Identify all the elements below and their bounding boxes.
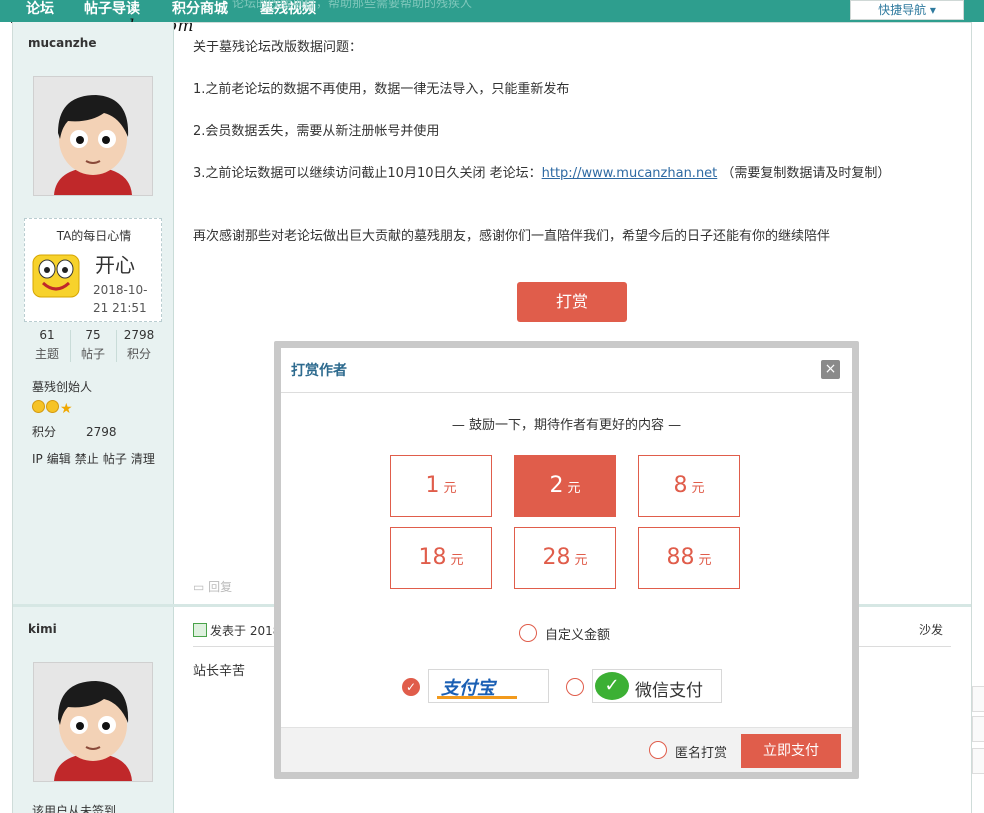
post-line-5: 再次感谢那些对老论坛做出巨大贡献的墓残朋友，感谢你们一直陪伴我们，希望今后的日子…: [193, 229, 831, 244]
amount-value: 88: [666, 545, 695, 570]
post-actions: ▭ 回复: [193, 578, 232, 595]
amount-option[interactable]: 1元: [390, 455, 492, 517]
post-line-1: 关于墓残论坛改版数据问题：: [193, 40, 363, 55]
post-line-3: 2.会员数据丢失，需要从新注册帐号并使用: [193, 124, 440, 139]
stat-posts-value: 75: [85, 328, 101, 342]
old-forum-link[interactable]: http://www.mucanzhan.net: [542, 166, 718, 181]
amount-unit: 元: [574, 553, 588, 568]
alipay-radio[interactable]: ✓: [402, 678, 420, 696]
sidebar-divider: [173, 22, 174, 813]
modal-subtitle: — 鼓励一下，期待作者有更好的内容 —: [451, 418, 682, 433]
medals: ★: [32, 400, 74, 417]
stat-points-label: 积分: [126, 347, 151, 361]
amount-value: 18: [418, 545, 447, 570]
star-icon: ★: [60, 401, 73, 417]
amount-value: 1: [425, 473, 440, 498]
stat-posts[interactable]: 75 帖子: [70, 326, 116, 364]
mood-title: TA的每日心情: [56, 229, 132, 243]
amount-unit: 元: [450, 553, 464, 568]
happy-face-icon: [31, 251, 81, 301]
quick-nav-button[interactable]: 快捷导航 ▾: [850, 0, 964, 20]
amount-unit: 元: [691, 481, 705, 496]
post-time: 发表于 2018-: [193, 622, 285, 639]
amount-unit: 元: [443, 481, 457, 496]
post-line-4-text: 3.之前论坛数据可以继续访问截止10月10日久关闭 老论坛：: [193, 166, 542, 181]
wechat-label: 微信支付: [635, 681, 703, 701]
daily-mood-box: TA的每日心情 开心 2018-10- 21 21:51: [24, 218, 162, 322]
mood-text: 开心: [95, 253, 135, 277]
amount-option[interactable]: 28 元: [514, 527, 616, 589]
modal-title: 打赏作者: [291, 363, 347, 379]
stat-threads[interactable]: 61 主题: [24, 326, 70, 364]
smiley-medal-icon: [46, 400, 59, 413]
reward-modal: 打赏作者 × — 鼓励一下，期待作者有更好的内容 — 1元 2元 8元 18 元 …: [281, 348, 852, 772]
alipay-logo[interactable]: 支付宝: [428, 669, 549, 703]
online-status-icon: [193, 623, 207, 637]
reply-avatar[interactable]: [33, 662, 153, 782]
reward-button[interactable]: 打赏: [517, 282, 627, 322]
sign-status: 该用户从未签到: [32, 804, 117, 813]
admin-link-edit[interactable]: 编辑: [47, 452, 71, 466]
amount-option[interactable]: 18 元: [390, 527, 492, 589]
author-name[interactable]: mucanzhe: [28, 36, 96, 50]
anonymous-radio[interactable]: [649, 741, 667, 759]
modal-header-divider: [281, 392, 852, 393]
nav-marquee: 论坛的改版项目，帮助那些需要帮助的残疾人: [232, 0, 473, 10]
points-value: 2798: [86, 425, 117, 439]
stat-points[interactable]: 2798 积分: [116, 326, 162, 364]
stat-points-value: 2798: [123, 328, 155, 342]
admin-link-ip[interactable]: IP: [32, 452, 43, 466]
avatar[interactable]: [33, 76, 153, 196]
wechat-check-icon: ✓: [595, 672, 629, 700]
stat-threads-label: 主题: [34, 347, 59, 361]
smiley-medal-icon: [32, 400, 45, 413]
stat-threads-value: 61: [39, 328, 55, 342]
amount-unit: 元: [567, 481, 581, 496]
wechat-radio[interactable]: [566, 678, 584, 696]
reply-link[interactable]: 回复: [208, 580, 232, 594]
side-tool-button[interactable]: [972, 686, 984, 712]
stat-posts-label: 帖子: [80, 347, 105, 361]
admin-link-ban[interactable]: 禁止: [75, 452, 99, 466]
mood-date: 2018-10- 21 21:51: [93, 281, 157, 317]
floor-label[interactable]: 沙发: [919, 621, 943, 638]
amount-option[interactable]: 88 元: [638, 527, 740, 589]
modal-footer: 匿名打赏 立即支付: [281, 727, 852, 772]
close-icon[interactable]: ×: [821, 360, 840, 379]
points-row: 积分 2798: [32, 423, 147, 440]
amount-value: 2: [549, 473, 564, 498]
points-label: 积分: [32, 425, 57, 439]
pay-now-button[interactable]: 立即支付: [741, 734, 841, 768]
reply-author-name[interactable]: kimi: [28, 622, 57, 636]
avatar-cartoon-icon: [34, 663, 152, 781]
amount-value: 28: [542, 545, 571, 570]
amount-value: 8: [673, 473, 688, 498]
mood-date-line2: 21 21:51: [93, 301, 147, 315]
avatar-cartoon-icon: [34, 77, 152, 195]
side-tool-button[interactable]: [972, 748, 984, 774]
admin-link-posts[interactable]: 帖子: [103, 452, 127, 466]
amount-unit: 元: [698, 553, 712, 568]
amount-option[interactable]: 8元: [638, 455, 740, 517]
amount-option-selected[interactable]: 2元: [514, 455, 616, 517]
side-tool-button[interactable]: [972, 716, 984, 742]
author-stats: 61 主题 75 帖子 2798 积分: [24, 326, 162, 366]
post-line-4: 3.之前论坛数据可以继续访问截止10月10日久关闭 老论坛：http://www…: [193, 162, 890, 181]
post-line-4-note: （需要复制数据请及时复制）: [717, 166, 891, 181]
mood-date-line1: 2018-10-: [93, 283, 148, 297]
anonymous-label[interactable]: 匿名打赏: [675, 742, 727, 761]
alipay-underline: [437, 696, 517, 699]
wechat-pay-logo[interactable]: ✓ 微信支付: [592, 669, 722, 703]
reply-content: 站长辛苦: [193, 664, 246, 679]
admin-links: IP 编辑 禁止 帖子 清理: [32, 450, 159, 467]
user-group-label[interactable]: 墓残创始人: [32, 378, 92, 395]
custom-amount-radio[interactable]: [519, 624, 537, 642]
admin-link-clean[interactable]: 清理: [131, 452, 155, 466]
forum-page: 论坛 帖子导读 积分商城 墓残视频 论坛的改版项目，帮助那些需要帮助的残疾人 快…: [0, 0, 984, 813]
custom-amount-label[interactable]: 自定义金额: [545, 624, 610, 643]
post-line-2: 1.之前老论坛的数据不再使用，数据一律无法导入，只能重新发布: [193, 82, 570, 97]
reply-icon: ▭: [193, 580, 205, 594]
